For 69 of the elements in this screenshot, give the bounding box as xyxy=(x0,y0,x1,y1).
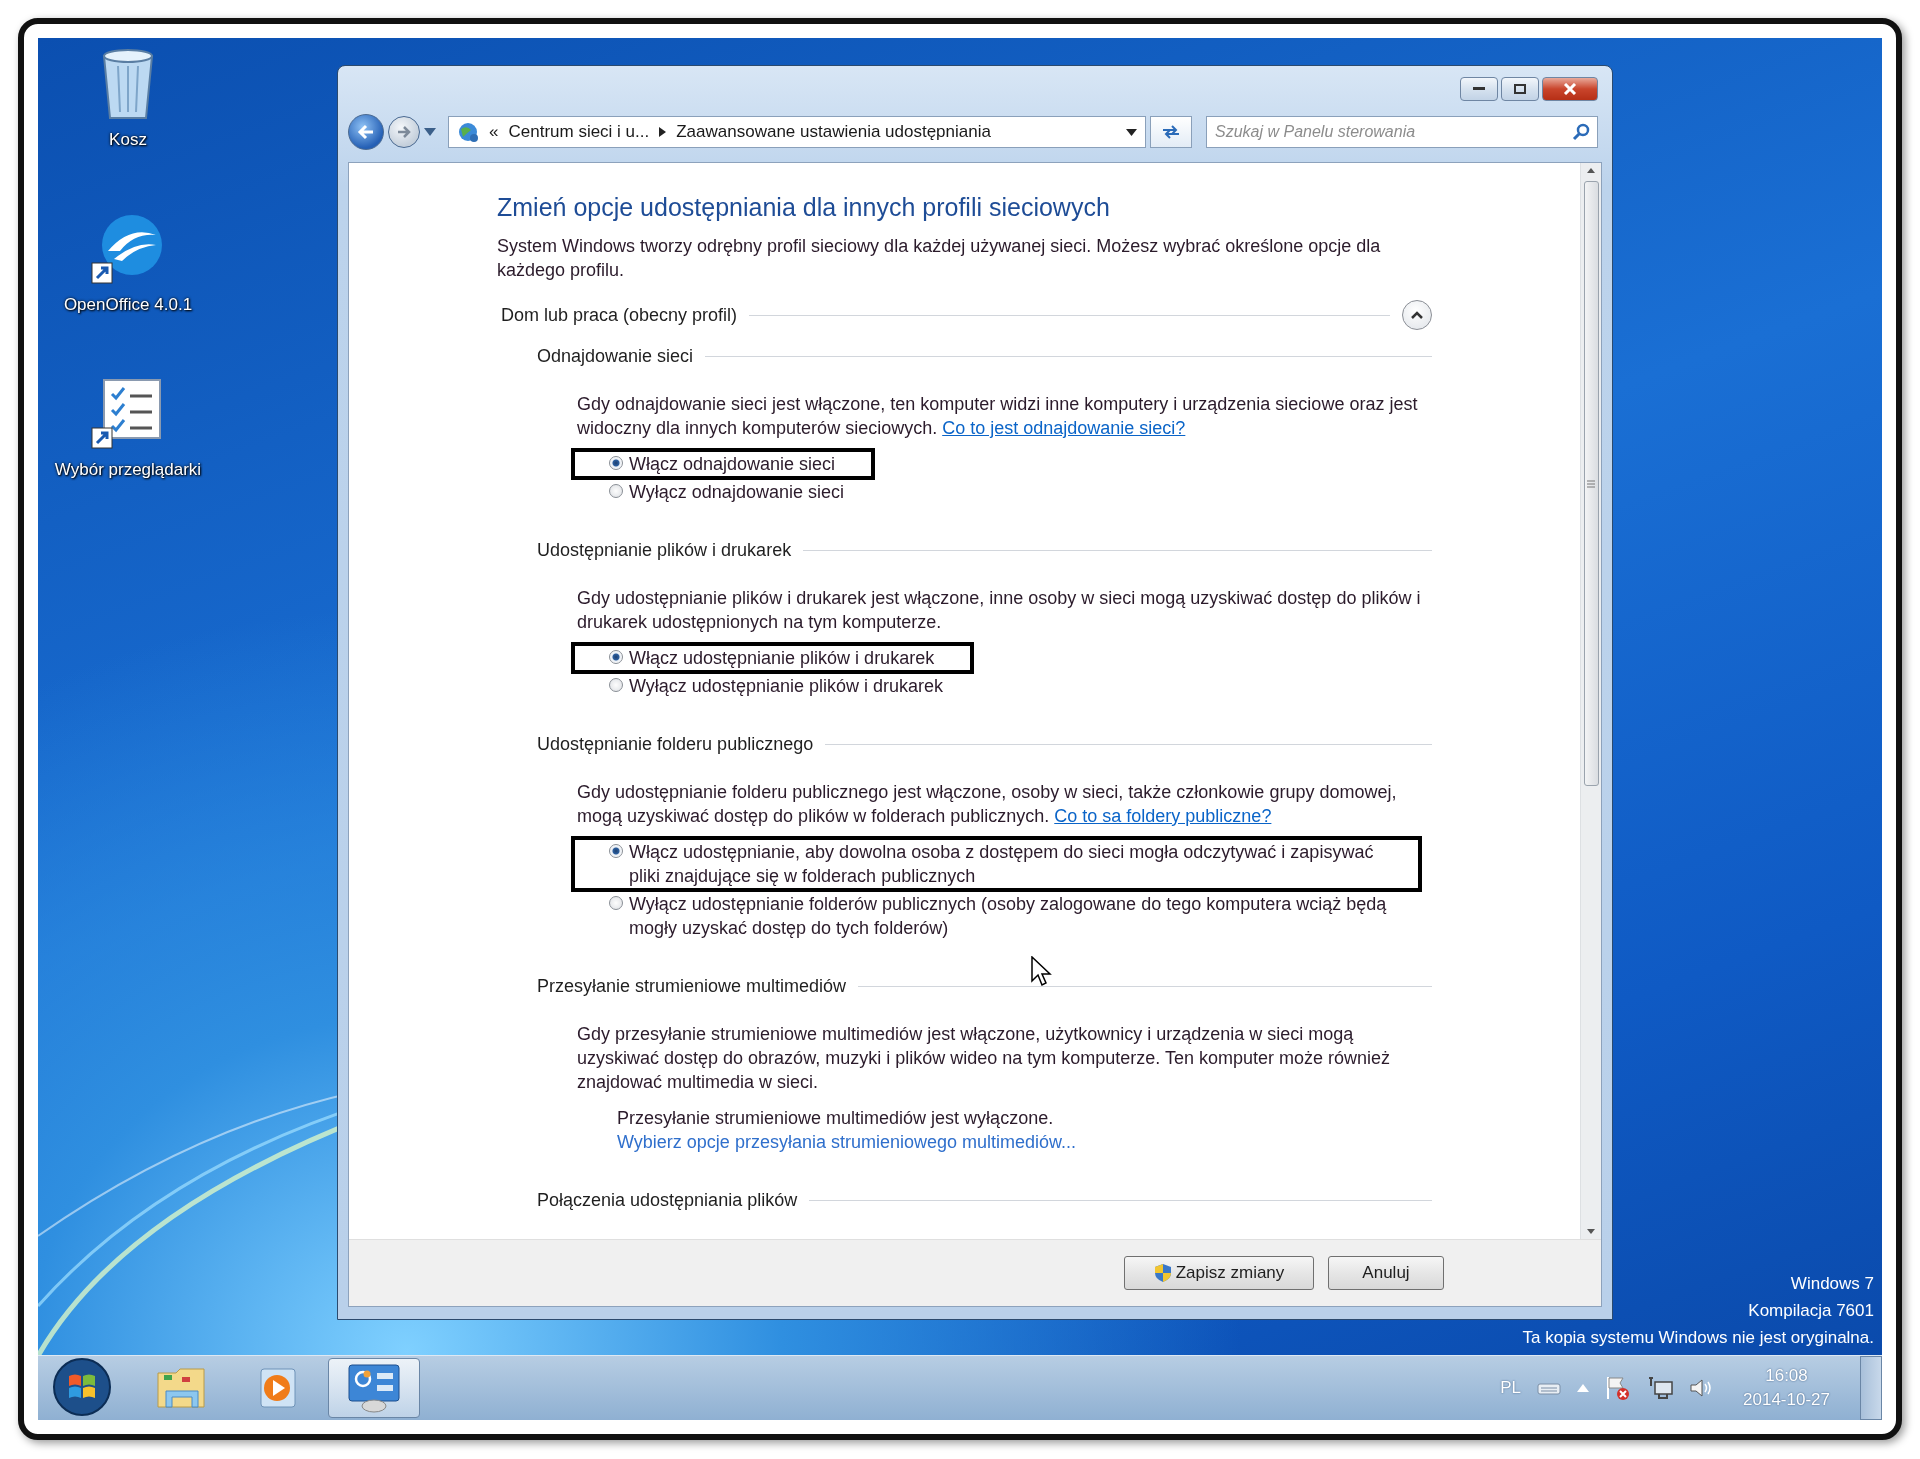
radio-option[interactable]: Włącz odnajdowanie sieci xyxy=(609,452,836,476)
taskbar-button[interactable] xyxy=(328,1358,420,1418)
close-button[interactable] xyxy=(1542,77,1598,101)
help-link[interactable]: Co to jest odnajdowanie sieci? xyxy=(942,418,1186,438)
refresh-button[interactable] xyxy=(1150,116,1192,148)
mouse-pointer-icon xyxy=(1031,956,1053,988)
radio-option[interactable]: Wyłącz udostępnianie folderów publicznych (osoby zalogowane do tego komputera wciąż będą mogły uzyskać dostęp do tych folderów) xyxy=(609,892,1398,940)
radio-button[interactable] xyxy=(609,678,623,692)
profile-heading: Dom lub praca (obecny profil) xyxy=(501,304,738,327)
desktop-icon-label[interactable]: Wybór przeglądarki xyxy=(54,460,202,480)
section-heading: Odnajdowanie sieci xyxy=(537,345,694,368)
save-button[interactable]: Zapisz zmiany xyxy=(1124,1256,1314,1290)
back-button[interactable] xyxy=(348,114,384,150)
radio-button[interactable] xyxy=(609,650,623,664)
section-description: Gdy udostępnianie plików i drukarek jest włączone, inne osoby w sieci mogą uzyskiwać dostęp do plików i drukarek udostępnionych na tym komputerze. xyxy=(577,587,1422,634)
flag-warning-icon[interactable] xyxy=(1605,1375,1632,1401)
radio-button[interactable] xyxy=(609,456,623,470)
breadcrumb-overflow[interactable]: « xyxy=(489,122,499,142)
section-heading: Przesyłanie strumieniowe multimediów xyxy=(537,975,847,998)
folder-icon xyxy=(156,1365,208,1411)
desktop-icon-label[interactable]: Kosz xyxy=(109,130,147,150)
section-heading: Udostępnianie folderu publicznego xyxy=(537,733,814,756)
intro-text: System Windows tworzy odrębny profil sieciowy dla każdej używanej sieci. Możesz wybrać określone opcje dla każdego profilu. xyxy=(497,235,1382,282)
radio-button[interactable] xyxy=(609,896,623,910)
section-description: Gdy udostępnianie folderu publicznego jest włączone, osoby w sieci, także członkowie grupy domowej, mogą uzyskiwać dostęp do plików w folderach publicznych. Co to sa foldery publiczne? xyxy=(577,781,1398,828)
help-link[interactable]: Co to sa foldery publiczne? xyxy=(1054,806,1272,826)
desktop-icon-label[interactable]: OpenOffice 4.0.1 xyxy=(63,295,193,315)
maximize-icon xyxy=(1514,84,1526,94)
network-icon[interactable] xyxy=(1647,1376,1674,1400)
breadcrumb[interactable]: Zaawansowane ustawienia udostępniania xyxy=(676,122,991,142)
address-bar[interactable]: « Centrum sieci i u... Zaawansowane ustawienia udostępniania xyxy=(448,116,1146,148)
network-globe-icon xyxy=(457,121,479,143)
dropdown-caret-icon[interactable] xyxy=(1126,128,1137,136)
section-heading: Połączenia udostępniania plików xyxy=(537,1189,798,1212)
section-description: Gdy przesyłanie strumieniowe multimediów jest włączone, użytkownicy i urządzenia w sieci mogą uzyskiwać dostęp do obrazów, muzyki i plików wideo na tym komputerze. Ten komputer może również znajdować multimedia w sieci. xyxy=(577,1023,1392,1094)
radio-option[interactable]: Włącz udostępnianie, aby dowolna osoba z dostępem do sieci mogła odczytywać i zapisywać pliki znajdujące się w folderach publicznych xyxy=(609,840,1398,888)
close-icon xyxy=(1563,83,1577,95)
cancel-button[interactable]: Anuluj xyxy=(1328,1256,1444,1290)
forward-button[interactable] xyxy=(388,116,420,148)
system-notice-text: Kompilacja 7601 xyxy=(1748,1300,1874,1322)
page-title: Zmień opcje udostępniania dla innych profili sieciowych xyxy=(497,193,1111,222)
section-heading: Udostępnianie plików i drukarek xyxy=(537,539,792,562)
scrollbar-thumb[interactable] xyxy=(1583,181,1599,786)
control-panel-icon xyxy=(347,1363,401,1413)
minimize-button[interactable] xyxy=(1460,77,1498,101)
forward-arrow-icon xyxy=(396,125,412,139)
collapse-button[interactable] xyxy=(1402,300,1432,330)
radio-button[interactable] xyxy=(609,484,623,498)
scrollbar[interactable] xyxy=(1580,163,1601,1239)
maximize-button[interactable] xyxy=(1501,77,1539,101)
shield-icon xyxy=(1153,1263,1172,1283)
radio-option[interactable]: Wyłącz udostępnianie plików i drukarek xyxy=(609,674,943,698)
streaming-options-link[interactable]: Wybierz opcje przesyłania strumieniowego multimediów... xyxy=(617,1130,1077,1154)
back-arrow-icon xyxy=(357,124,375,140)
grip-icon xyxy=(1587,479,1595,488)
radio-option[interactable]: Wyłącz odnajdowanie sieci xyxy=(609,480,844,504)
minimize-icon xyxy=(1473,87,1485,91)
chevron-icon xyxy=(1410,310,1424,320)
search-field[interactable]: Szukaj w Panelu sterowania xyxy=(1206,116,1598,148)
system-notice-text: Ta kopia systemu Windows nie jest oryginalna. xyxy=(1522,1327,1874,1349)
radio-button[interactable] xyxy=(609,844,623,858)
show-desktop-button[interactable] xyxy=(1860,1356,1882,1420)
system-notice-text: Windows 7 xyxy=(1790,1273,1874,1295)
search-icon xyxy=(1572,123,1590,141)
status-text: Przesyłanie strumieniowe multimediów jest wyłączone. xyxy=(617,1107,1055,1130)
breadcrumb-arrow-icon xyxy=(659,127,667,137)
radio-option[interactable]: Włącz udostępnianie plików i drukarek xyxy=(609,646,935,670)
section-description: Gdy odnajdowanie sieci jest włączone, ten komputer widzi inne komputery i urządzenia sieciowe oraz jest widoczny dla innych komputerów sieciowych. Co to jest odnajdowanie sieci? xyxy=(577,393,1419,440)
breadcrumb[interactable]: Centrum sieci i u... xyxy=(508,122,650,142)
